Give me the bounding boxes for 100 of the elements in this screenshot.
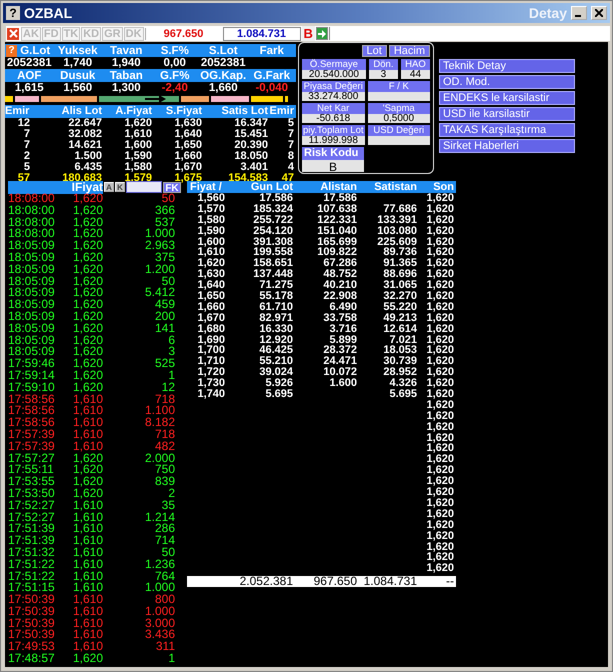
table-cell-text: 1,610: [72, 535, 103, 547]
value-field: 0,5000: [368, 114, 430, 123]
go-button[interactable]: [316, 27, 328, 40]
table-cell-text: 12: [160, 382, 175, 394]
total-cell-text: --: [445, 576, 454, 588]
table-cell-text: 1,620: [425, 280, 454, 292]
table-cell-text: 5.926: [264, 378, 293, 390]
table-cell-text: 1,610: [72, 417, 103, 429]
table-cell-text: 55.220: [382, 302, 417, 313]
link-button[interactable]: TAKAS Karşılaştırma: [439, 123, 575, 137]
column-header[interactable]: Son: [417, 181, 454, 193]
table-cell-text: 17:51:39: [7, 535, 56, 547]
table-cell-text: 18.050: [233, 151, 268, 162]
table-cell-text: 17:49:53: [7, 641, 56, 654]
table-cell-text: 375: [154, 252, 175, 264]
table-cell-text: 31.065: [382, 280, 417, 292]
link-button[interactable]: OD. Mod.: [439, 75, 575, 89]
table-cell-text: 12: [16, 118, 30, 129]
table-cell-text: 48.752: [322, 269, 357, 280]
table-cell-text: 2.963: [144, 240, 175, 252]
table-cell-text: 1: [167, 370, 175, 382]
table-cell-text: 1,620: [425, 291, 454, 302]
table-cell-text: 8: [286, 151, 294, 162]
filter-button[interactable]: K: [115, 182, 125, 192]
table-cell-text: 1,570: [196, 204, 225, 215]
column-header[interactable]: Alistan: [293, 181, 357, 193]
column-header: Satis Lot: [220, 106, 268, 117]
table-cell-text: 1,620: [425, 367, 454, 378]
link-button[interactable]: Sirket Haberleri: [439, 139, 575, 153]
link-button[interactable]: Teknik Detay: [439, 59, 575, 73]
table-cell-text: 1,620: [425, 542, 454, 552]
table-cell-text: 32.270: [382, 291, 417, 302]
table-cell-text: 1,610: [72, 618, 103, 630]
summary-value: 2052381: [200, 57, 247, 69]
table-cell-text: 1,620: [72, 464, 103, 476]
table-cell-text: 1,620: [425, 487, 454, 498]
column-header[interactable]: Gun Lot: [225, 181, 293, 193]
table-cell-text: 5: [286, 118, 294, 129]
link-button[interactable]: USD ile karsilastir: [439, 107, 575, 121]
column-header: AOF: [16, 70, 42, 82]
table-cell-text: 5.695: [264, 389, 293, 400]
table-cell-text: 1,620: [425, 193, 454, 204]
table-cell-text: 1,620: [425, 302, 454, 313]
table-cell-text: 17:53:55: [7, 476, 56, 488]
table-cell-text: 20.390: [233, 140, 268, 151]
table-cell-text: 5.412: [144, 287, 175, 300]
table-cell-text: 28.372: [322, 345, 357, 356]
filter-button[interactable]: FK: [163, 182, 181, 192]
table-cell-text: 67.286: [322, 258, 357, 270]
table-cell-text: 18:08:00: [7, 193, 56, 205]
filter-button[interactable]: A: [104, 182, 114, 192]
table-cell-text: 1,610: [72, 428, 103, 441]
column-header: Emir: [5, 106, 30, 117]
close-button[interactable]: [591, 6, 607, 20]
table-cell-text: 1,650: [196, 291, 225, 302]
table-cell-text: 1,620: [72, 299, 103, 311]
table-cell-text: 77.686: [382, 204, 417, 215]
table-cell-text: 107.638: [316, 204, 357, 215]
table-cell-text: 1,660: [173, 151, 202, 162]
table-cell-text: 6.490: [328, 302, 357, 313]
table-cell-text: 17:51:22: [7, 558, 56, 570]
column-header: S.Lot: [208, 44, 239, 56]
help-button[interactable]: ?: [6, 6, 20, 20]
table-cell-text: 3.000: [144, 618, 175, 630]
table-cell-text: 1,620: [425, 356, 454, 368]
field-label: HAO: [400, 59, 430, 70]
table-cell-text: 1,620: [425, 476, 454, 488]
column-header[interactable]: Fiyat /: [187, 181, 225, 193]
table-cell-text: 109.822: [316, 247, 357, 258]
table-cell-text: 1,620: [425, 432, 454, 444]
column-header: Yuksek: [56, 44, 99, 56]
tab[interactable]: Lot: [362, 45, 387, 57]
table-cell-text: 1.500: [73, 151, 102, 162]
table-cell-text: 1,610: [72, 629, 103, 642]
table-cell-text: 18:05:09: [7, 287, 56, 300]
table-cell-text: 1,620: [425, 226, 454, 237]
table-cell-text: 1,620: [425, 324, 454, 335]
table-cell-text: 1,610: [72, 558, 103, 570]
column-header: Tavan: [109, 44, 144, 56]
column-header[interactable]: Satistan: [357, 181, 417, 193]
column-header: G.F%: [159, 70, 190, 82]
filter-field[interactable]: [126, 181, 162, 193]
table-cell-text: 17.586: [258, 193, 293, 204]
minimize-button[interactable]: [571, 6, 587, 20]
help-button[interactable]: ?: [6, 44, 17, 56]
value-field: -50.618: [302, 114, 364, 123]
table-cell-text: 18:08:00: [7, 204, 56, 217]
table-cell-text: 1,610: [72, 523, 103, 536]
table-cell-text: 1,620: [72, 276, 103, 288]
table-cell-text: 1,620: [72, 310, 103, 323]
arrow-icon: [316, 28, 327, 38]
table-cell-text: 225.609: [376, 236, 417, 248]
table-cell-text: 50: [162, 276, 175, 288]
table-cell-text: 12.920: [258, 334, 293, 346]
summary-value: 2052381: [6, 57, 53, 69]
tab[interactable]: Hacim: [388, 45, 430, 57]
table-cell-text: 10.072: [322, 367, 357, 378]
link-button[interactable]: ENDEKS le karsilastir: [439, 91, 575, 105]
table-cell-text: 1,620: [196, 258, 225, 270]
field-label: Risk Kodu: [302, 147, 364, 160]
